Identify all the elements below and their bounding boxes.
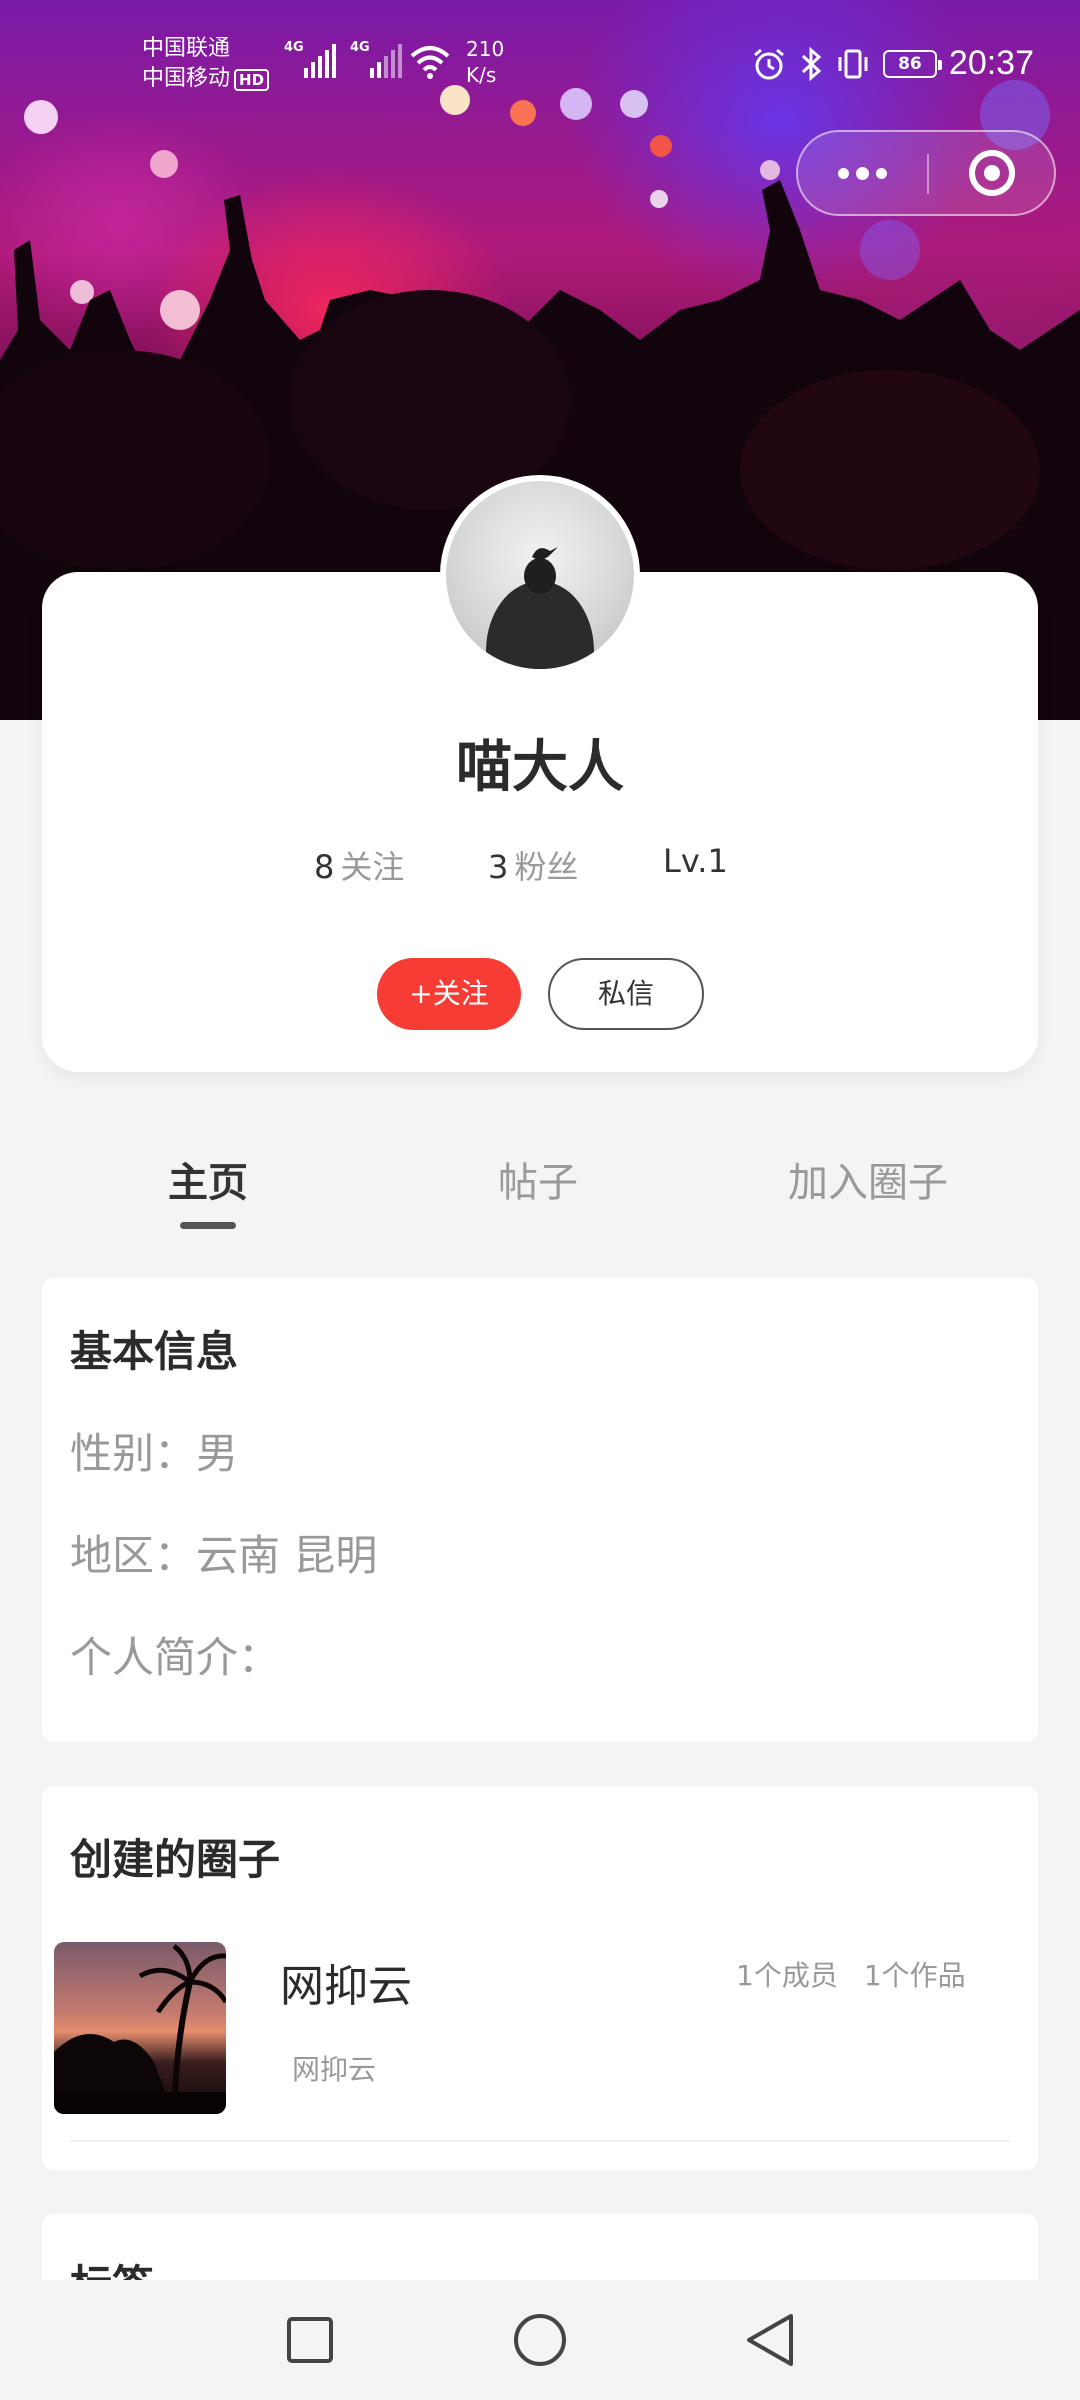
gender-info: 性别：男: [70, 1429, 239, 1478]
recent-apps-button[interactable]: [250, 2280, 370, 2400]
circle-works: 1个作品: [863, 1959, 966, 1992]
dot-icon: [856, 166, 869, 180]
tab-joined-circles[interactable]: 加入圈子: [788, 1150, 948, 1208]
back-button[interactable]: [710, 2280, 830, 2400]
more-options-button[interactable]: [798, 132, 927, 214]
circle-thumbnail: [54, 1942, 226, 2114]
net-speed: 210 K/s: [466, 37, 505, 87]
battery-icon: 86: [882, 49, 942, 78]
avatar[interactable]: [440, 475, 640, 675]
vibrate-icon: [838, 49, 868, 78]
mini-program-capsule: [796, 130, 1056, 216]
circle-description: 网抑云: [292, 2053, 377, 2086]
back-triangle-icon: [747, 2314, 793, 2366]
followers-stat[interactable]: 3 粉丝: [488, 842, 578, 888]
home-button[interactable]: [480, 2280, 600, 2400]
profile-name: 喵大人: [456, 735, 624, 800]
tab-posts[interactable]: 帖子: [498, 1150, 578, 1208]
palm-tree-image: [54, 1944, 226, 2114]
circle-name: 网抑云: [280, 1961, 412, 2012]
carrier-label: 中国联通: [142, 36, 231, 61]
created-circles-title: 创建的圈子: [70, 1835, 281, 1884]
follow-button[interactable]: +关注: [377, 958, 521, 1030]
message-button[interactable]: 私信: [548, 958, 704, 1030]
circle-meta: 1个成员 1个作品: [736, 1954, 966, 1994]
dot-icon: [838, 167, 849, 179]
carrier-info: 中国联通 中国移动 HD: [142, 34, 270, 94]
bio-info: 个人简介：: [70, 1633, 281, 1682]
level-badge: Lv.1: [663, 842, 728, 880]
carrier-label: 中国移动: [142, 66, 231, 91]
clock: 20:37: [948, 44, 1034, 82]
close-mini-program-button[interactable]: [929, 132, 1054, 214]
bluetooth-icon: [801, 46, 822, 81]
dot-icon: [876, 167, 887, 179]
hd-badge: HD: [234, 69, 270, 91]
system-nav-bar: [0, 2280, 1080, 2400]
divider: [70, 2140, 1010, 2142]
alarm-icon: [753, 48, 784, 79]
tab-home[interactable]: 主页: [168, 1150, 248, 1208]
target-icon: [968, 150, 1015, 196]
avatar-image: [486, 547, 594, 669]
basic-info-card: 基本信息 性别：男 地区：云南 昆明 个人简介：: [42, 1278, 1038, 1742]
status-bar: 中国联通 中国移动 HD 4G 4G 210 K/s 86 20:37: [0, 0, 1080, 130]
wifi-icon: [410, 46, 450, 79]
circle-members: 1个成员: [736, 1959, 838, 1992]
following-stat[interactable]: 8 关注: [314, 842, 404, 888]
square-icon: [287, 2317, 333, 2363]
basic-info-title: 基本信息: [70, 1327, 239, 1376]
tab-indicator: [180, 1222, 236, 1229]
profile-tabs: 主页 帖子 加入圈子: [0, 1150, 1080, 1230]
circle-icon: [514, 2314, 566, 2366]
region-info: 地区：云南 昆明: [70, 1531, 378, 1580]
